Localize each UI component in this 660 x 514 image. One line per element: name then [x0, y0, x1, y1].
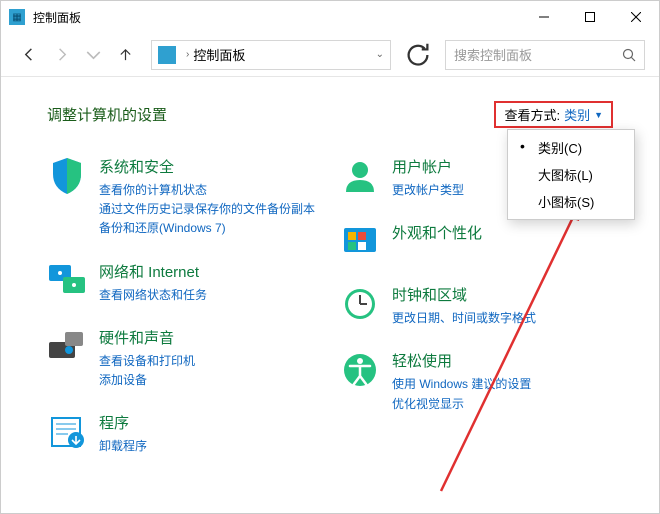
- chevron-down-icon[interactable]: ⌄: [376, 49, 384, 60]
- category-title[interactable]: 用户帐户: [392, 156, 464, 177]
- category-item: 外观和个性化: [340, 222, 613, 262]
- category-title[interactable]: 硬件和声音: [99, 327, 195, 348]
- page-title: 调整计算机的设置: [47, 104, 167, 125]
- close-button[interactable]: [613, 1, 659, 33]
- category-link[interactable]: 查看设备和打印机: [99, 352, 195, 371]
- viewby-label: 查看方式:: [504, 105, 560, 124]
- search-icon: [622, 48, 636, 62]
- chevron-down-icon[interactable]: ▼: [594, 110, 603, 120]
- category-icon: [340, 222, 380, 262]
- viewby-menu: 类别(C)大图标(L)小图标(S): [507, 129, 635, 220]
- category-link[interactable]: 备份和还原(Windows 7): [99, 219, 315, 238]
- back-button[interactable]: [15, 41, 43, 69]
- maximize-button[interactable]: [567, 1, 613, 33]
- refresh-button[interactable]: [403, 40, 433, 70]
- address-bar[interactable]: › 控制面板 ⌄: [151, 40, 391, 70]
- up-button[interactable]: [111, 41, 139, 69]
- category-icon: [340, 156, 380, 196]
- category-item: 程序卸载程序: [47, 412, 320, 456]
- menu-item[interactable]: 大图标(L): [508, 161, 634, 188]
- category-item: 网络和 Internet 查看网络状态和任务: [47, 261, 320, 305]
- category-title[interactable]: 外观和个性化: [392, 222, 482, 243]
- minimize-button[interactable]: [521, 1, 567, 33]
- category-item: 轻松使用使用 Windows 建议的设置优化视觉显示: [340, 350, 613, 413]
- category-item: 系统和安全查看你的计算机状态通过文件历史记录保存你的文件备份副本备份和还原(Wi…: [47, 156, 320, 239]
- category-link[interactable]: 通过文件历史记录保存你的文件备份副本: [99, 200, 315, 219]
- path-text: 控制面板: [193, 45, 245, 64]
- category-icon: [47, 156, 87, 196]
- category-link[interactable]: 更改日期、时间或数字格式: [392, 309, 536, 328]
- view-by: 查看方式: 类别 ▼: [494, 101, 613, 128]
- control-panel-icon: ▦: [9, 9, 25, 25]
- path-icon: [158, 46, 176, 64]
- history-button[interactable]: [79, 41, 107, 69]
- category-link[interactable]: 查看你的计算机状态: [99, 181, 315, 200]
- category-title[interactable]: 轻松使用: [392, 350, 531, 371]
- category-icon: [47, 327, 87, 367]
- toolbar: › 控制面板 ⌄ 搜索控制面板: [1, 33, 659, 77]
- menu-item[interactable]: 小图标(S): [508, 188, 634, 215]
- category-title[interactable]: 系统和安全: [99, 156, 315, 177]
- window-title: 控制面板: [33, 9, 521, 26]
- category-icon: [47, 261, 87, 301]
- category-icon: [47, 412, 87, 452]
- category-link[interactable]: 更改帐户类型: [392, 181, 464, 200]
- search-placeholder: 搜索控制面板: [454, 45, 532, 64]
- category-icon: [340, 350, 380, 390]
- category-link[interactable]: 添加设备: [99, 371, 195, 390]
- category-title[interactable]: 时钟和区域: [392, 284, 536, 305]
- chevron-right-icon: ›: [186, 49, 189, 60]
- category-icon: [340, 284, 380, 324]
- search-input[interactable]: 搜索控制面板: [445, 40, 645, 70]
- menu-item[interactable]: 类别(C): [508, 134, 634, 161]
- forward-button[interactable]: [47, 41, 75, 69]
- category-link[interactable]: 使用 Windows 建议的设置: [392, 375, 531, 394]
- category-title[interactable]: 程序: [99, 412, 147, 433]
- category-item: 时钟和区域更改日期、时间或数字格式: [340, 284, 613, 328]
- category-link[interactable]: 优化视觉显示: [392, 395, 531, 414]
- category-item: 硬件和声音查看设备和打印机添加设备: [47, 327, 320, 390]
- viewby-value[interactable]: 类别: [564, 105, 590, 124]
- category-link[interactable]: 查看网络状态和任务: [99, 286, 207, 305]
- category-title[interactable]: 网络和 Internet: [99, 261, 207, 282]
- category-link[interactable]: 卸载程序: [99, 437, 147, 456]
- titlebar: ▦ 控制面板: [1, 1, 659, 33]
